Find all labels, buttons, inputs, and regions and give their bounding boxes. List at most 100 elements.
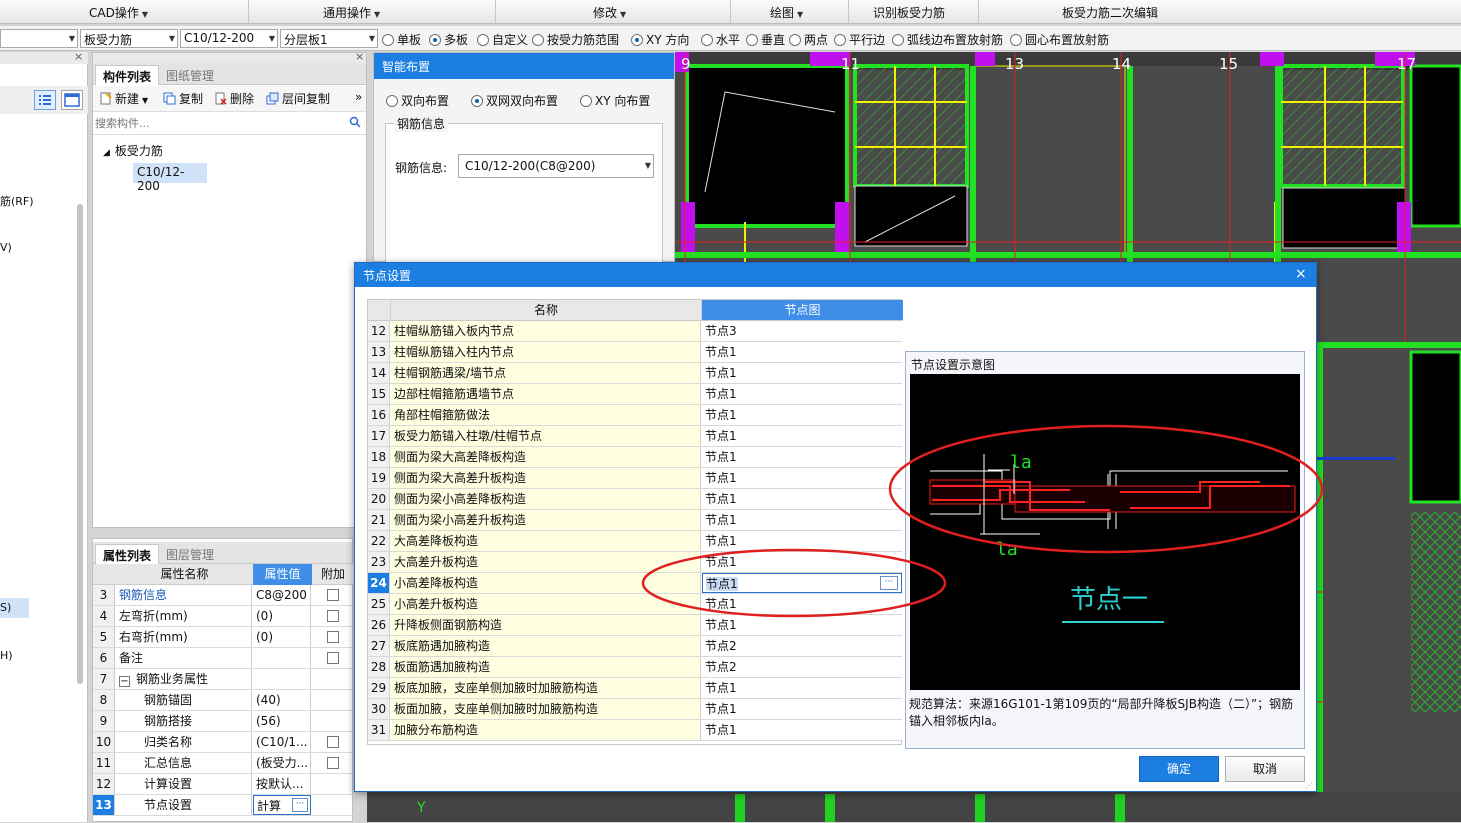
node-select-cell[interactable]: 节点1 xyxy=(702,678,902,698)
tree-node-root[interactable]: ◢ 板受力筋 xyxy=(103,142,163,159)
radio-xy[interactable]: XY 向布置 xyxy=(580,92,650,109)
node-setting-row[interactable]: 22 大高差降板构造 节点1 xyxy=(368,531,902,552)
property-value-cell[interactable] xyxy=(253,669,311,689)
property-row[interactable]: 13 节点设置 計算 ··· xyxy=(93,795,354,816)
node-select-cell[interactable]: 节点1 xyxy=(702,468,902,488)
node-setting-row[interactable]: 25 小高差升板构造 节点1 xyxy=(368,594,902,615)
cancel-button[interactable]: 取消 xyxy=(1225,756,1305,782)
node-select-cell[interactable]: 节点3 xyxy=(702,321,902,341)
toolbar-radio-option[interactable]: 多板 xyxy=(429,31,468,48)
node-select-cell[interactable]: 节点1 xyxy=(702,447,902,467)
node-setting-row[interactable]: 21 侧面为梁小高差升板构造 节点1 xyxy=(368,510,902,531)
node-setting-row[interactable]: 13 柱帽纵筋锚入柱内节点 节点1 xyxy=(368,342,902,363)
node-select-cell[interactable]: 节点1 xyxy=(702,552,902,572)
node-select-cell[interactable]: 节点1 ··· xyxy=(702,573,902,593)
property-value-cell[interactable]: (板受力... xyxy=(253,753,311,773)
node-select-cell[interactable]: 节点2 xyxy=(702,657,902,677)
node-setting-row[interactable]: 24 小高差降板构造 节点1 ··· xyxy=(368,573,902,594)
node-setting-row[interactable]: 26 升降板侧面钢筋构造 节点1 xyxy=(368,615,902,636)
tab-layer-management[interactable]: 图层管理 xyxy=(159,544,221,564)
property-row[interactable]: 9 钢筋搭接 (56) xyxy=(93,711,354,732)
component-type-select[interactable]: 板受力筋 ▼ xyxy=(80,29,178,48)
nav-item[interactable]: H) xyxy=(0,649,13,662)
node-setting-row[interactable]: 14 柱帽钢筋遇梁/墙节点 节点1 xyxy=(368,363,902,384)
menu-second-edit[interactable]: 板受力筋二次编辑 xyxy=(1062,4,1158,21)
node-setting-row[interactable]: 28 板面筋遇加腋构造 节点2 xyxy=(368,657,902,678)
menu-modify[interactable]: 修改 ▼ xyxy=(593,4,626,21)
toolbar-radio-option[interactable]: 按受力筋范围 xyxy=(532,31,619,48)
tab-component-list[interactable]: 构件列表 xyxy=(95,65,160,85)
toolbar-radio-option[interactable]: 两点 xyxy=(789,31,828,48)
node-select-cell[interactable]: 节点1 xyxy=(702,720,902,740)
property-row[interactable]: 10 归类名称 (C10/1... xyxy=(93,732,354,753)
node-select-cell[interactable]: 节点1 xyxy=(702,594,902,614)
rebar-info-select[interactable]: C10/12-200(C8@200) ▼ xyxy=(458,154,654,178)
component-search-field[interactable] xyxy=(93,113,366,135)
close-icon[interactable]: × xyxy=(1295,266,1307,282)
resize-grip-icon[interactable]: ⋰ xyxy=(1305,781,1313,790)
property-value-cell[interactable]: 按默认... xyxy=(253,774,311,794)
attach-checkbox[interactable] xyxy=(327,652,339,664)
list-view-icon[interactable] xyxy=(34,90,56,110)
close-icon[interactable]: × xyxy=(74,50,83,63)
node-setting-row[interactable]: 29 板底加腋，支座单侧加腋时加腋筋构造 节点1 xyxy=(368,678,902,699)
node-setting-row[interactable]: 16 角部柱帽箍筋做法 节点1 xyxy=(368,405,902,426)
radio-double-net[interactable]: 双网双向布置 xyxy=(471,92,558,109)
rebar-select[interactable]: C10/12-200 ▼ xyxy=(180,29,278,48)
ellipsis-button[interactable]: ··· xyxy=(292,798,308,812)
floor-select[interactable]: ▼ xyxy=(0,29,78,48)
property-value-cell[interactable]: (56) xyxy=(253,711,311,731)
layer-select[interactable]: 分层板1 ▼ xyxy=(280,29,378,48)
property-row[interactable]: 5 右弯折(mm) (0) xyxy=(93,627,354,648)
node-setting-row[interactable]: 31 加腋分布筋构造 节点1 xyxy=(368,720,902,741)
toolbar-radio-option[interactable]: 水平 xyxy=(701,31,740,48)
scrollbar[interactable] xyxy=(77,204,83,684)
nav-item[interactable]: V) xyxy=(0,241,12,254)
toolbar-radio-option[interactable]: 垂直 xyxy=(746,31,785,48)
property-value-cell[interactable]: (0) xyxy=(253,606,311,626)
node-select-cell[interactable]: 节点1 xyxy=(702,426,902,446)
node-select-cell[interactable]: 节点1 xyxy=(702,699,902,719)
tree-node-selected[interactable]: C10/12-200 xyxy=(133,163,207,193)
attach-checkbox[interactable] xyxy=(327,631,339,643)
node-setting-row[interactable]: 30 板面加腋，支座单侧加腋时加腋筋构造 节点1 xyxy=(368,699,902,720)
attach-checkbox[interactable] xyxy=(327,757,339,769)
node-select-cell[interactable]: 节点1 xyxy=(702,363,902,383)
node-setting-row[interactable]: 27 板底筋遇加腋构造 节点2 xyxy=(368,636,902,657)
menu-draw[interactable]: 绘图 ▼ xyxy=(770,4,803,21)
tab-drawing-management[interactable]: 图纸管理 xyxy=(159,65,221,85)
collapse-toggle-icon[interactable]: − xyxy=(119,676,130,687)
radio-bidirectional[interactable]: 双向布置 xyxy=(386,92,449,109)
node-setting-row[interactable]: 12 柱帽纵筋锚入板内节点 节点3 xyxy=(368,321,902,342)
property-row[interactable]: 7− 钢筋业务属性 xyxy=(93,669,354,690)
toolbar-radio-option[interactable]: 自定义 xyxy=(477,31,528,48)
node-select-cell[interactable]: 节点1 xyxy=(702,489,902,509)
property-value-cell[interactable]: C8@200 xyxy=(253,585,311,605)
node-setting-row[interactable]: 18 侧面为梁大高差降板构造 节点1 xyxy=(368,447,902,468)
node-setting-row[interactable]: 17 板受力筋锚入柱墩/柱帽节点 节点1 xyxy=(368,426,902,447)
node-setting-row[interactable]: 23 大高差升板构造 节点1 xyxy=(368,552,902,573)
attach-checkbox[interactable] xyxy=(327,736,339,748)
toolbar-radio-option[interactable]: 平行边 xyxy=(834,31,885,48)
property-row[interactable]: 4 左弯折(mm) (0) xyxy=(93,606,354,627)
property-row[interactable]: 6 备注 xyxy=(93,648,354,669)
node-select-cell[interactable]: 节点1 xyxy=(702,615,902,635)
search-icon[interactable] xyxy=(349,116,361,131)
menu-common-ops[interactable]: 通用操作 ▼ xyxy=(323,4,380,21)
tree-expand-icon[interactable]: ◢ xyxy=(103,148,110,158)
property-row[interactable]: 8 钢筋锚固 (40) xyxy=(93,690,354,711)
menu-recognize[interactable]: 识别板受力筋 xyxy=(873,4,945,21)
property-value-cell[interactable]: 計算 ··· xyxy=(253,795,311,815)
attach-checkbox[interactable] xyxy=(327,610,339,622)
property-row[interactable]: 11 汇总信息 (板受力... xyxy=(93,753,354,774)
more-tools-button[interactable]: » xyxy=(355,90,362,104)
node-setting-row[interactable]: 19 侧面为梁大高差升板构造 节点1 xyxy=(368,468,902,489)
node-setting-row[interactable]: 20 侧面为梁小高差降板构造 节点1 xyxy=(368,489,902,510)
menu-cad-ops[interactable]: CAD操作 ▼ xyxy=(89,4,148,21)
toolbar-radio-option[interactable]: 弧线边布置放射筋 xyxy=(892,31,1003,48)
toolbar-radio-option[interactable]: 圆心布置放射筋 xyxy=(1010,31,1109,48)
property-row[interactable]: 12 计算设置 按默认... xyxy=(93,774,354,795)
detail-view-icon[interactable] xyxy=(61,90,83,110)
attach-checkbox[interactable] xyxy=(327,589,339,601)
node-select-cell[interactable]: 节点1 xyxy=(702,342,902,362)
